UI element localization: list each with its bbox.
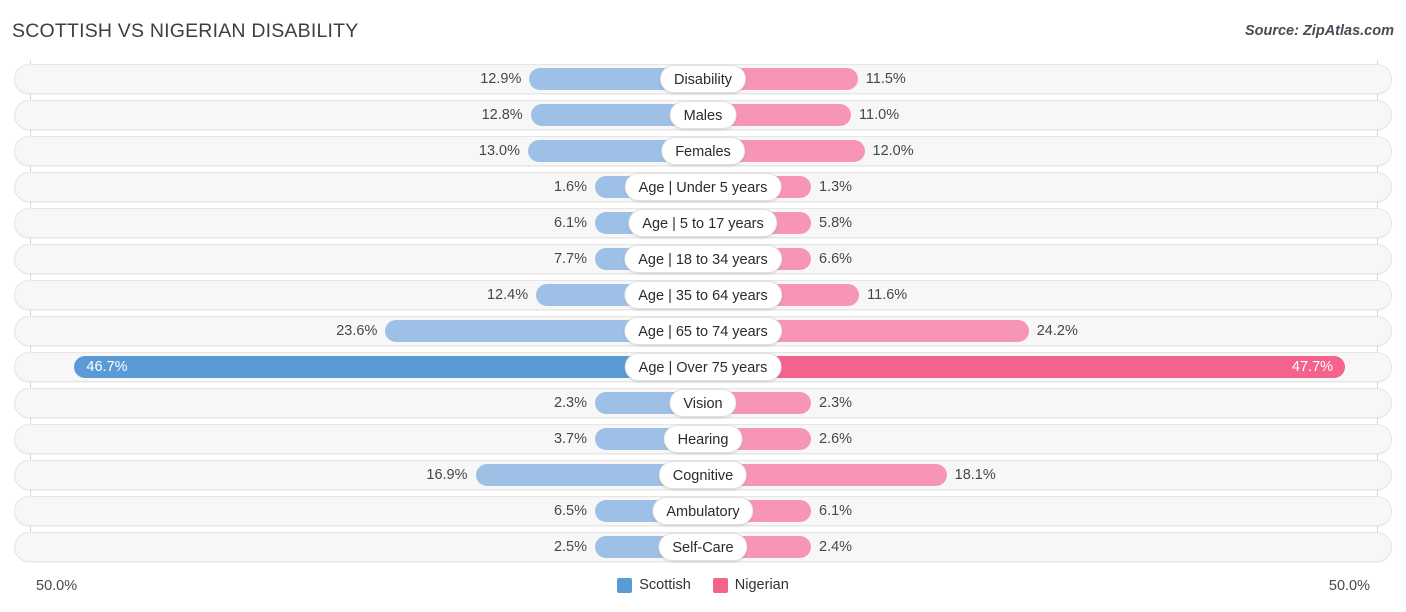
bar-rows: 12.9% 11.5% Disability 12.8% 11.0% Males 13.0%… bbox=[0, 64, 1406, 568]
nigerian-value-label: 12.0% bbox=[872, 143, 914, 159]
nigerian-value-label: 24.2% bbox=[1036, 323, 1078, 339]
scottish-value-label: 2.3% bbox=[553, 395, 587, 411]
category-label: Hearing bbox=[663, 425, 743, 453]
category-label: Age | 65 to 74 years bbox=[624, 317, 782, 345]
chart-header: SCOTTISH VS NIGERIAN DISABILITY Source: … bbox=[0, 0, 1406, 58]
table-row[interactable]: 2.3% 2.3% Vision bbox=[0, 388, 1406, 418]
nigerian-value-label: 11.0% bbox=[859, 107, 900, 123]
table-row[interactable]: 16.9% 18.1% Cognitive bbox=[0, 460, 1406, 490]
table-row[interactable]: 13.0% 12.0% Females bbox=[0, 136, 1406, 166]
scottish-value-label: 16.9% bbox=[426, 467, 468, 483]
category-label: Males bbox=[669, 101, 737, 129]
table-row[interactable]: 2.5% 2.4% Self-Care bbox=[0, 532, 1406, 562]
legend-item-scottish[interactable]: Scottish bbox=[617, 577, 691, 593]
table-row[interactable]: 23.6% 24.2% Age | 65 to 74 years bbox=[0, 316, 1406, 346]
table-row[interactable]: 12.9% 11.5% Disability bbox=[0, 64, 1406, 94]
category-label: Disability bbox=[659, 65, 747, 93]
category-label: Self-Care bbox=[658, 533, 748, 561]
nigerian-value-label: 6.6% bbox=[819, 251, 853, 267]
scottish-value-label: 46.7% bbox=[86, 359, 128, 375]
nigerian-value-label: 2.3% bbox=[819, 395, 853, 411]
nigerian-value-label: 11.5% bbox=[865, 71, 906, 87]
table-row[interactable]: 12.8% 11.0% Males bbox=[0, 100, 1406, 130]
scottish-value-label: 3.7% bbox=[553, 431, 587, 447]
scottish-value-label: 13.0% bbox=[478, 143, 521, 159]
table-row[interactable]: 46.7% 47.7% Age | Over 75 years bbox=[0, 352, 1406, 382]
nigerian-value-label: 2.6% bbox=[819, 431, 853, 447]
table-row[interactable]: 6.1% 5.8% Age | 5 to 17 years bbox=[0, 208, 1406, 238]
category-label: Vision bbox=[669, 389, 737, 417]
nigerian-value-label: 6.1% bbox=[819, 503, 853, 519]
scottish-value-label: 12.9% bbox=[480, 71, 522, 87]
scottish-value-label: 1.6% bbox=[553, 179, 587, 195]
scottish-value-label: 6.5% bbox=[553, 503, 587, 519]
nigerian-value-label: 5.8% bbox=[819, 215, 853, 231]
chart-page: SCOTTISH VS NIGERIAN DISABILITY Source: … bbox=[0, 0, 1406, 612]
category-label: Cognitive bbox=[658, 461, 748, 489]
scottish-swatch-icon bbox=[617, 577, 633, 593]
chart-footer: 50.0% 50.0% Scottish Nigerian bbox=[0, 572, 1406, 612]
page-title: SCOTTISH VS NIGERIAN DISABILITY bbox=[12, 20, 359, 42]
table-row[interactable]: 3.7% 2.6% Hearing bbox=[0, 424, 1406, 454]
category-label: Females bbox=[661, 137, 745, 165]
nigerian-swatch-icon bbox=[712, 577, 728, 593]
chart-plot-area: 12.9% 11.5% Disability 12.8% 11.0% Males 13.0%… bbox=[0, 60, 1406, 572]
scottish-value-label: 23.6% bbox=[336, 323, 378, 339]
scottish-value-label: 12.8% bbox=[481, 107, 523, 123]
table-row[interactable]: 12.4% 11.6% Age | 35 to 64 years bbox=[0, 280, 1406, 310]
legend-item-nigerian[interactable]: Nigerian bbox=[712, 577, 789, 593]
category-label: Age | Under 5 years bbox=[624, 173, 782, 201]
scottish-value-label: 12.4% bbox=[486, 287, 529, 303]
nigerian-value-label: 2.4% bbox=[819, 539, 853, 555]
source-attribution: Source: ZipAtlas.com bbox=[1244, 23, 1394, 39]
category-label: Age | 35 to 64 years bbox=[624, 281, 782, 309]
scottish-value-label: 2.5% bbox=[553, 539, 587, 555]
nigerian-value-label: 18.1% bbox=[954, 467, 996, 483]
nigerian-value-label: 47.7% bbox=[1291, 359, 1334, 375]
nigerian-value-label: 1.3% bbox=[819, 179, 853, 195]
category-label: Age | 18 to 34 years bbox=[624, 245, 782, 273]
scottish-value-label: 7.7% bbox=[553, 251, 587, 267]
legend-label-nigerian: Nigerian bbox=[734, 577, 789, 593]
chart-legend: Scottish Nigerian bbox=[0, 577, 1406, 593]
category-label: Ambulatory bbox=[652, 497, 754, 525]
legend-label-scottish: Scottish bbox=[639, 577, 691, 593]
table-row[interactable]: 6.5% 6.1% Ambulatory bbox=[0, 496, 1406, 526]
scottish-value-label: 6.1% bbox=[553, 215, 587, 231]
table-row[interactable]: 7.7% 6.6% Age | 18 to 34 years bbox=[0, 244, 1406, 274]
category-label: Age | Over 75 years bbox=[624, 353, 782, 381]
category-label: Age | 5 to 17 years bbox=[628, 209, 778, 237]
nigerian-value-label: 11.6% bbox=[867, 287, 908, 303]
table-row[interactable]: 1.6% 1.3% Age | Under 5 years bbox=[0, 172, 1406, 202]
